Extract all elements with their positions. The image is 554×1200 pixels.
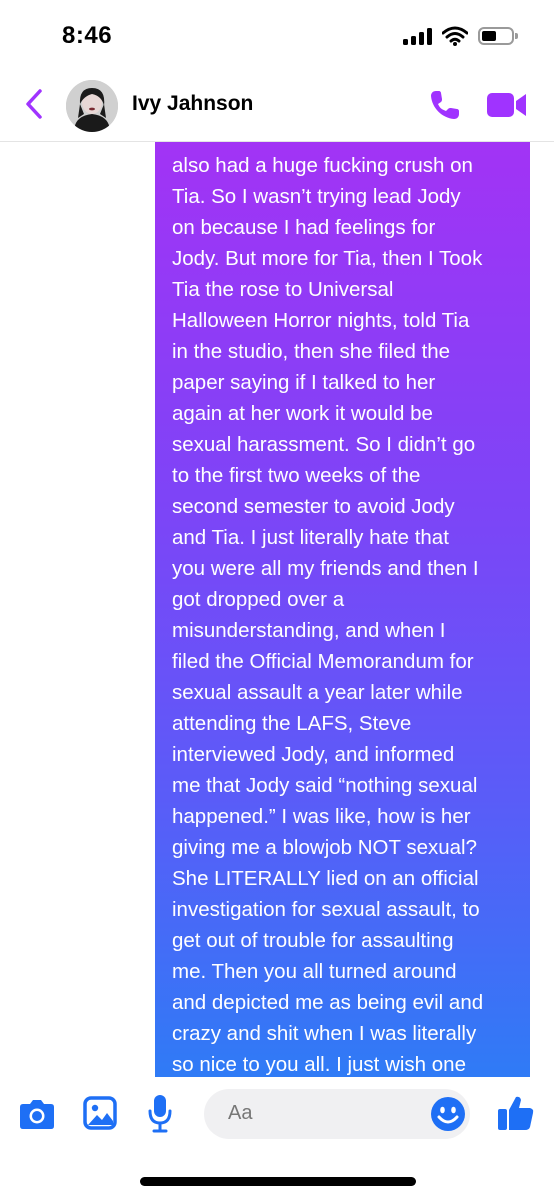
message-thread[interactable]: also had a huge fucking crush on Tia. So … — [0, 142, 554, 1077]
message-text-line: second semester to avoid Jody — [172, 495, 455, 518]
back-chevron-icon[interactable] — [20, 88, 48, 120]
message-input-placeholder: Aa — [228, 1102, 253, 1124]
message-text-line: me. Then you all turned around — [172, 960, 457, 983]
wifi-icon — [442, 26, 468, 46]
message-text-line: Halloween Horror nights, told Tia — [172, 309, 470, 332]
message-text-line: She LITERALLY lied on an official — [172, 867, 479, 890]
message-text-line: you were all my friends and then I — [172, 557, 479, 580]
message-input[interactable]: Aa — [204, 1089, 470, 1139]
message-text-line: so nice to you all. I just wish one — [172, 1053, 466, 1076]
emoji-icon[interactable] — [430, 1096, 466, 1132]
message-text-line: Jody. But more for Tia, then I Took — [172, 247, 483, 270]
thumbs-up-icon[interactable] — [497, 1094, 535, 1132]
message-text-line: interviewed Jody, and informed — [172, 743, 455, 766]
battery-icon — [478, 27, 518, 45]
home-indicator — [140, 1177, 416, 1186]
message-text-line: and Tia. I just literally hate that — [172, 526, 449, 549]
status-bar: 8:46 — [0, 0, 554, 70]
message-text-line: sexual harassment. So I didn’t go — [172, 433, 476, 456]
gallery-icon[interactable] — [83, 1096, 117, 1130]
camera-icon[interactable] — [19, 1098, 55, 1130]
message-text-line: again at her work it would be — [172, 402, 433, 425]
message-text-line: me that Jody said “nothing sexual — [172, 774, 478, 797]
sent-message-bubble[interactable]: also had a huge fucking crush on Tia. So … — [155, 142, 530, 1077]
message-text-line: attending the LAFS, Steve — [172, 712, 412, 735]
message-text-line: crazy and shit when I was literally — [172, 1022, 477, 1045]
message-text-line: to the first two weeks of the — [172, 464, 421, 487]
message-text-line: also had a huge fucking crush on — [172, 154, 473, 177]
message-text-line: giving me a blowjob NOT sexual? — [172, 836, 477, 859]
message-text-line: investigation for sexual assault, to — [172, 898, 480, 921]
message-text-line: paper saying if I talked to her — [172, 371, 436, 394]
phone-call-icon[interactable] — [428, 88, 462, 122]
message-text-line: sexual assault a year later while — [172, 681, 463, 704]
microphone-icon[interactable] — [147, 1094, 173, 1134]
message-composer: Aa — [0, 1077, 554, 1200]
message-text-line: in the studio, then she filed the — [172, 340, 451, 363]
contact-name[interactable]: Ivy Jahnson — [132, 92, 253, 116]
message-text-line: Tia the rose to Universal — [172, 278, 394, 301]
video-call-icon[interactable] — [486, 90, 528, 120]
cellular-signal-icon — [403, 27, 432, 45]
message-text-line: Tia. So I wasn’t trying lead Jody — [172, 185, 461, 208]
message-text-line: get out of trouble for assaulting — [172, 929, 454, 952]
status-icons — [403, 26, 518, 46]
message-text-line: happened.” I was like, how is her — [172, 805, 471, 828]
conversation-header: Ivy Jahnson — [0, 70, 554, 142]
message-text-line: filed the Official Memorandum for — [172, 650, 474, 673]
status-time: 8:46 — [62, 22, 113, 49]
avatar[interactable] — [66, 80, 118, 132]
message-text-line: got dropped over a — [172, 588, 345, 611]
message-text-line: on because I had feelings for — [172, 216, 436, 239]
message-text-line: misunderstanding, and when I — [172, 619, 446, 642]
message-text-line: and depicted me as being evil and — [172, 991, 484, 1014]
